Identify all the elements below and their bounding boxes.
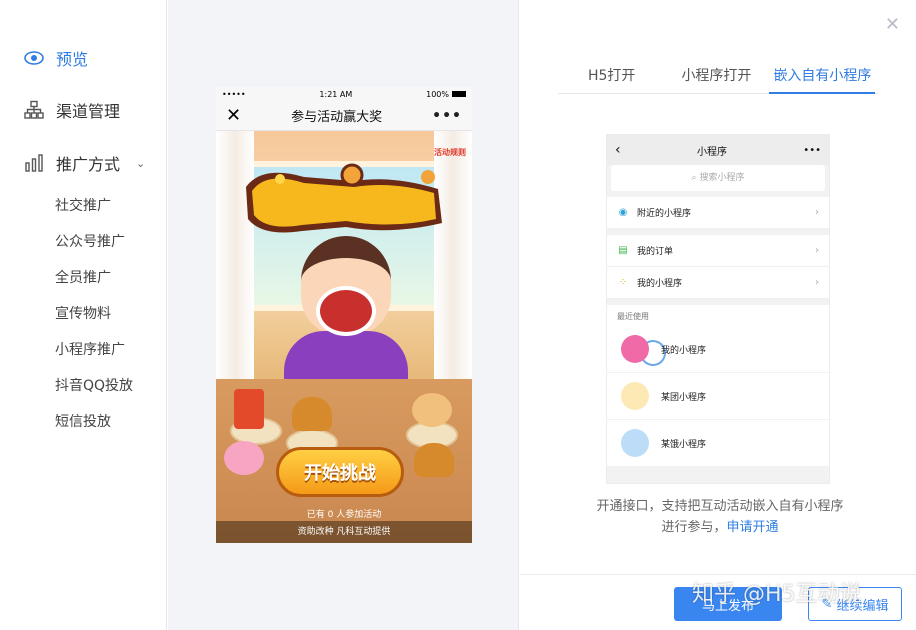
phone-page-title: 参与活动赢大奖 (291, 110, 383, 125)
row-label: 附近的小程序 (637, 209, 692, 219)
list-item: ⁘ 我的小程序 › (607, 267, 829, 299)
location-pin-icon: ◉ (618, 207, 628, 218)
phone-preview: ••••• 1:21 AM 100% ✕ 参与活动赢大奖 ••• 活动规则 开始… (216, 87, 472, 543)
embed-description: 开通接口，支持把互动活动嵌入自有小程序 进行参与，申请开通 (560, 496, 880, 538)
avatar (621, 382, 649, 410)
status-bar: ••••• 1:21 AM 100% (216, 87, 472, 101)
search-placeholder: 搜索小程序 (699, 173, 745, 183)
battery-icon (451, 91, 466, 97)
donut-illustration (412, 393, 452, 427)
nav-promotion-methods[interactable]: 推广方式 ⌄ (24, 151, 145, 175)
list-item: ◉ 附近的小程序 › (607, 197, 829, 229)
burger-illustration-2 (414, 443, 454, 477)
hierarchy-icon (24, 100, 44, 120)
promotion-submenu: 社交推广 公众号推广 全员推广 宣传物料 小程序推广 抖音QQ投放 短信投放 (55, 196, 133, 448)
order-icon: ▤ (618, 245, 628, 256)
recent-label-item: 某饿小程序 (661, 439, 707, 450)
row-label: 我的订单 (637, 247, 674, 257)
app-root: 预览 渠道管理 推广方式 ⌄ 社交推广 公众号推广 全员推广 宣传物料 小程序推… (0, 0, 916, 630)
chevron-right-icon: › (815, 245, 819, 256)
row-label: 我的小程序 (637, 279, 683, 289)
avatar (621, 429, 649, 457)
status-time: 1:21 AM (319, 89, 353, 99)
support-footer: 资助改种 凡科互动提供 (216, 521, 472, 543)
recent-label-item: 某团小程序 (661, 392, 707, 403)
recent-label-item: 我的小程序 (661, 345, 707, 356)
list-item: 某团小程序 (607, 373, 829, 420)
action-bar: 马上发布 ✎ 继续编辑 (520, 574, 916, 630)
desc-line-2: 进行参与，申请开通 (560, 517, 880, 538)
grid-icon: ⁘ (618, 277, 628, 288)
game-logo (246, 163, 442, 233)
publish-now-button[interactable]: 马上发布 (674, 587, 782, 621)
more-icon[interactable]: ••• (432, 108, 462, 124)
tab-mini-program-open[interactable]: 小程序打开 (677, 60, 755, 94)
nav-promotion-label: 推广方式 (56, 155, 121, 174)
desc-line-1: 开通接口，支持把互动活动嵌入自有小程序 (596, 499, 844, 514)
nav-preview[interactable]: 预览 (24, 46, 88, 70)
preview-area: ••••• 1:21 AM 100% ✕ 参与活动赢大奖 ••• 活动规则 开始… (168, 0, 519, 630)
apply-link[interactable]: 申请开通 (727, 520, 779, 535)
bar-chart-icon (24, 153, 44, 173)
submenu-social[interactable]: 社交推广 (55, 196, 133, 232)
mockup-header: ‹ 小程序 ••• (607, 135, 829, 165)
ice-cream-illustration (224, 441, 264, 475)
publish-panel: ✕ H5打开 小程序打开 嵌入自有小程序 ‹ 小程序 ••• ⌕ 搜索小程序 ◉… (520, 0, 916, 630)
submenu-mini-program[interactable]: 小程序推广 (55, 340, 133, 376)
mockup-nearby-group: ◉ 附近的小程序 › (607, 197, 829, 229)
tab-embed-own-mini-program[interactable]: 嵌入自有小程序 (769, 60, 876, 94)
close-icon[interactable]: ✕ (885, 14, 900, 35)
mockup-orders-group: ▤ 我的订单 › ⁘ 我的小程序 › (607, 235, 829, 299)
more-icon: ••• (803, 144, 821, 156)
nav-channel-label: 渠道管理 (56, 102, 121, 121)
participant-count: 已有 0 人参加活动 (306, 510, 382, 520)
submenu-sms[interactable]: 短信投放 (55, 412, 133, 448)
submenu-douyin-qq[interactable]: 抖音QQ投放 (55, 376, 133, 412)
back-icon: ‹ (615, 142, 621, 158)
open-mode-tabs: H5打开 小程序打开 嵌入自有小程序 (558, 60, 878, 94)
nav-channel-management[interactable]: 渠道管理 (24, 98, 120, 122)
close-icon[interactable]: ✕ (226, 106, 241, 125)
game-banner: 活动规则 开始挑战 已有 0 人参加活动 资助改种 凡科互动提供 (216, 131, 472, 543)
sidebar: 预览 渠道管理 推广方式 ⌄ 社交推广 公众号推广 全员推广 宣传物料 小程序推… (0, 0, 167, 630)
fries-illustration (234, 389, 264, 429)
continue-edit-button[interactable]: ✎ 继续编辑 (808, 587, 902, 621)
game-rules-badge[interactable]: 活动规则 (434, 147, 466, 158)
chevron-right-icon: › (815, 207, 819, 218)
desc-prefix: 进行参与， (661, 520, 727, 535)
submenu-official-account[interactable]: 公众号推广 (55, 232, 133, 268)
recent-label: 最近使用 (607, 305, 829, 326)
mockup-title: 小程序 (696, 146, 727, 158)
recent-list: 我的小程序 某团小程序 某饿小程序 (607, 326, 829, 467)
mockup-search-bar: ⌕ 搜索小程序 (611, 165, 825, 191)
submenu-materials[interactable]: 宣传物料 (55, 304, 133, 340)
tab-h5-open[interactable]: H5打开 (584, 60, 639, 94)
carrier-dots: ••••• (222, 89, 246, 99)
burger-illustration (292, 397, 332, 431)
list-item: 我的小程序 (607, 326, 829, 373)
mini-program-mockup: ‹ 小程序 ••• ⌕ 搜索小程序 ◉ 附近的小程序 › ▤ 我的订单 › ⁘ … (606, 134, 830, 484)
battery-indicator: 100% (426, 90, 466, 99)
nav-preview-label: 预览 (56, 50, 89, 69)
girl-mouth (316, 286, 376, 336)
submenu-all-staff[interactable]: 全员推广 (55, 268, 133, 304)
edit-icon: ✎ (821, 596, 833, 612)
chevron-down-icon: ⌄ (136, 156, 146, 170)
continue-edit-label: 继续编辑 (836, 598, 889, 614)
start-challenge-button[interactable]: 开始挑战 (276, 447, 404, 497)
list-item: ▤ 我的订单 › (607, 235, 829, 267)
eye-icon (24, 48, 44, 68)
chevron-right-icon: › (815, 277, 819, 288)
phone-titlebar: ✕ 参与活动赢大奖 ••• (216, 101, 472, 131)
list-item: 某饿小程序 (607, 420, 829, 467)
avatar (621, 335, 649, 363)
